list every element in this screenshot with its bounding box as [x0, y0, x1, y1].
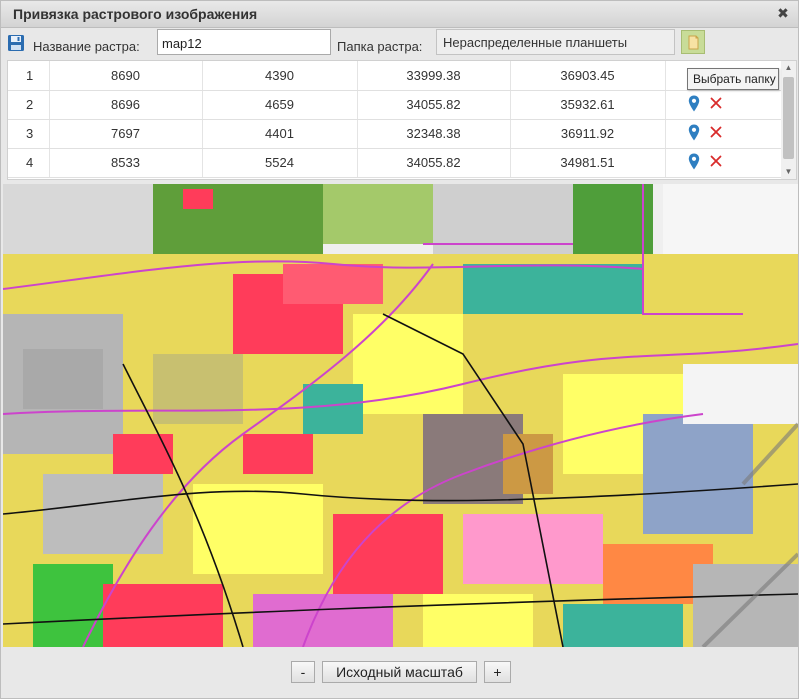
window-titlebar[interactable]: Привязка растрового изображения ✖ — [1, 1, 798, 28]
raster-toolbar: Название растра: Папка растра: Нераспред… — [1, 28, 798, 60]
select-folder-button[interactable] — [681, 30, 705, 54]
cell-map-y: 36903.45 — [510, 61, 666, 91]
cell-map-x: 32348.38 — [357, 119, 511, 149]
cell-n: 4 — [8, 148, 50, 178]
map-pin-icon[interactable] — [688, 124, 700, 144]
row-actions — [665, 148, 783, 178]
map-pin-icon[interactable] — [688, 153, 700, 173]
cell-x: 8690 — [49, 61, 203, 91]
raster-binding-window: Привязка растрового изображения ✖ Назван… — [0, 0, 799, 699]
raster-name-label: Название растра: — [33, 39, 140, 54]
cell-n: 1 — [8, 61, 50, 91]
zoom-out-button[interactable]: - — [291, 661, 315, 683]
control-points-grid: 1 8690 4390 33999.38 36903.45 2 8696 4659 34055.… — [7, 60, 797, 180]
table-row[interactable]: 4 8533 5524 34055.82 34981.51 — [8, 148, 783, 178]
cell-map-y: 35932.61 — [510, 90, 666, 120]
cell-x: 8533 — [49, 148, 203, 178]
cell-y: 4390 — [202, 61, 358, 91]
reset-zoom-button[interactable]: Исходный масштаб — [322, 661, 477, 683]
table-row[interactable]: 2 8696 4659 34055.82 35932.61 — [8, 90, 783, 120]
delete-x-icon[interactable] — [710, 97, 722, 112]
window-title: Привязка растрового изображения — [13, 6, 258, 22]
row-actions — [665, 119, 783, 149]
floppy-disk-icon[interactable] — [7, 34, 25, 52]
select-folder-tooltip: Выбрать папку — [687, 68, 779, 90]
cell-y: 4401 — [202, 119, 358, 149]
cell-y: 4659 — [202, 90, 358, 120]
raster-map-view[interactable] — [3, 184, 798, 647]
grid-scrollbar[interactable]: ▲ ▼ — [781, 61, 796, 179]
row-actions — [665, 90, 783, 120]
scroll-down-icon[interactable]: ▼ — [783, 167, 794, 177]
cell-map-x: 34055.82 — [357, 90, 511, 120]
raster-folder-field[interactable]: Нераспределенные планшеты — [436, 29, 675, 55]
zoom-controls: - Исходный масштаб + — [1, 647, 798, 698]
folder-icon — [688, 35, 699, 50]
map-pin-icon[interactable] — [688, 95, 700, 115]
cell-map-y: 36911.92 — [510, 119, 666, 149]
cell-x: 7697 — [49, 119, 203, 149]
scroll-thumb[interactable] — [783, 77, 794, 159]
close-icon[interactable]: ✖ — [776, 5, 790, 21]
cell-map-x: 33999.38 — [357, 61, 511, 91]
cell-y: 5524 — [202, 148, 358, 178]
delete-x-icon[interactable] — [710, 126, 722, 141]
cell-x: 8696 — [49, 90, 203, 120]
cell-map-y: 34981.51 — [510, 148, 666, 178]
raster-map-image[interactable] — [3, 184, 798, 647]
raster-folder-label: Папка растра: — [337, 39, 423, 54]
control-points-table: 1 8690 4390 33999.38 36903.45 2 8696 4659 34055.… — [8, 61, 783, 178]
cell-n: 3 — [8, 119, 50, 149]
table-row[interactable]: 3 7697 4401 32348.38 36911.92 — [8, 119, 783, 149]
zoom-in-button[interactable]: + — [484, 661, 511, 683]
raster-name-input[interactable] — [157, 29, 331, 55]
table-row[interactable]: 1 8690 4390 33999.38 36903.45 — [8, 61, 783, 91]
cell-map-x: 34055.82 — [357, 148, 511, 178]
scroll-up-icon[interactable]: ▲ — [783, 63, 794, 73]
cell-n: 2 — [8, 90, 50, 120]
delete-x-icon[interactable] — [710, 155, 722, 170]
